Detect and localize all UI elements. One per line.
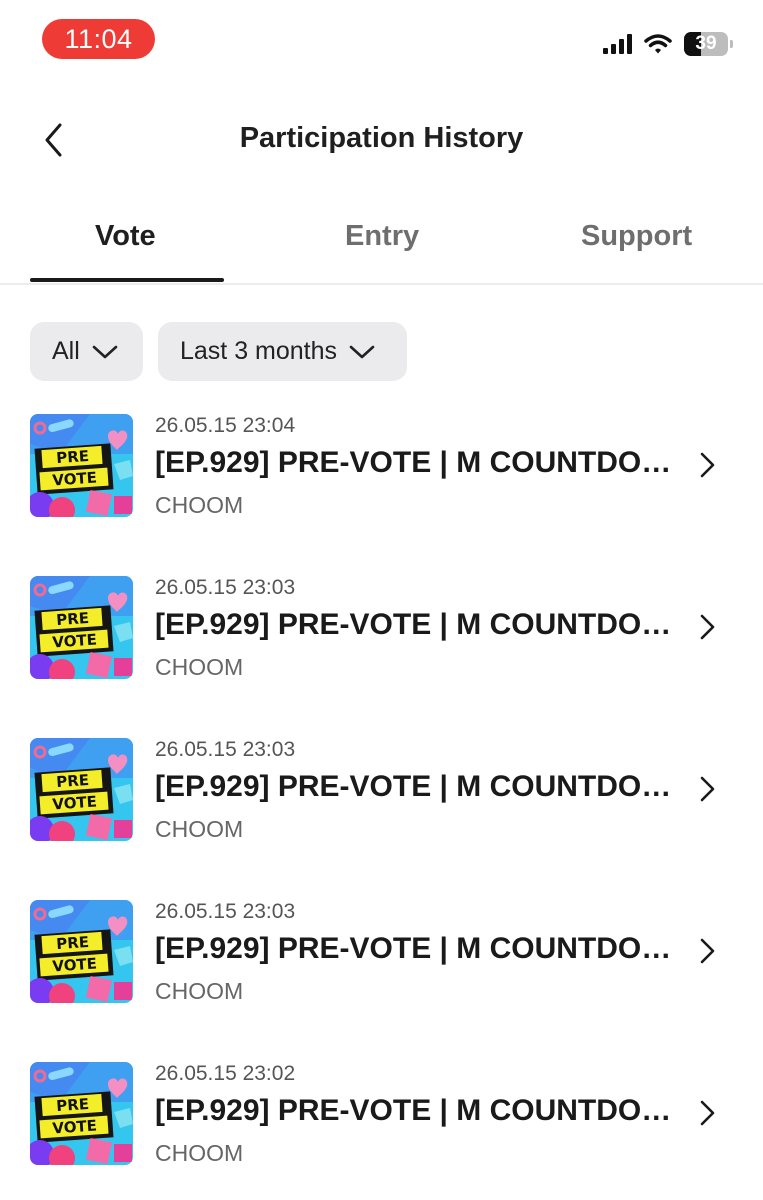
status-time: 11:04: [42, 19, 155, 59]
vote-thumbnail: PRE VOTE: [30, 414, 133, 517]
battery-icon: 39: [684, 32, 728, 56]
wifi-icon: [644, 34, 672, 54]
vote-thumbnail: PRE VOTE: [30, 738, 133, 841]
type-filter-label: All: [52, 337, 80, 365]
battery-level: 39: [695, 33, 717, 54]
chevron-right-icon: [700, 776, 715, 802]
vote-subtitle: CHOOM: [155, 816, 244, 842]
cellular-signal-icon: [603, 34, 632, 54]
vote-title: [EP.929] PRE-VOTE | M COUNTDOWN: [155, 770, 675, 803]
vote-title: [EP.929] PRE-VOTE | M COUNTDOWN: [155, 932, 675, 965]
vote-title: [EP.929] PRE-VOTE | M COUNTDOWN: [155, 608, 675, 641]
vote-title: [EP.929] PRE-VOTE | M COUNTDOWN: [155, 446, 675, 479]
period-filter-label: Last 3 months: [180, 337, 338, 365]
vote-thumbnail: PRE VOTE: [30, 900, 133, 1003]
vote-date: 26.05.15 23:02: [155, 1062, 296, 1085]
thumb-text-bottom: VOTE: [52, 954, 98, 975]
tab-entry[interactable]: Entry: [345, 220, 419, 253]
list-item[interactable]: PRE VOTE 26.05.15 23:02 [EP.929] PRE-VOT…: [0, 1048, 763, 1178]
vote-thumbnail: PRE VOTE: [30, 576, 133, 679]
vote-subtitle: CHOOM: [155, 492, 244, 518]
list-item[interactable]: PRE VOTE 26.05.15 23:03 [EP.929] PRE-VOT…: [0, 724, 763, 854]
vote-date: 26.05.15 23:03: [155, 738, 296, 761]
thumb-text-bottom: VOTE: [52, 792, 98, 813]
thumb-text-bottom: VOTE: [52, 468, 98, 489]
list-item[interactable]: PRE VOTE 26.05.15 23:03 [EP.929] PRE-VOT…: [0, 886, 763, 1016]
vote-subtitle: CHOOM: [155, 1140, 244, 1166]
vote-title: [EP.929] PRE-VOTE | M COUNTDOWN: [155, 1094, 675, 1127]
vote-date: 26.05.15 23:03: [155, 900, 296, 923]
thumb-text-bottom: VOTE: [52, 1116, 98, 1137]
chevron-right-icon: [700, 614, 715, 640]
active-tab-indicator: [30, 278, 224, 282]
thumb-text-top: PRE: [56, 771, 90, 791]
thumb-text-top: PRE: [56, 609, 90, 629]
list-item[interactable]: PRE VOTE 26.05.15 23:04 [EP.929] PRE-VOT…: [0, 400, 763, 530]
thumb-text-bottom: VOTE: [52, 630, 98, 651]
chevron-down-icon: [349, 345, 375, 358]
tab-support[interactable]: Support: [581, 220, 692, 253]
list-item[interactable]: PRE VOTE 26.05.15 23:03 [EP.929] PRE-VOT…: [0, 562, 763, 692]
period-filter-dropdown[interactable]: Last 3 months: [158, 322, 407, 381]
status-bar: 11:04 39: [0, 0, 763, 80]
chevron-right-icon: [700, 452, 715, 478]
vote-subtitle: CHOOM: [155, 654, 244, 680]
thumb-text-top: PRE: [56, 1095, 90, 1115]
vote-date: 26.05.15 23:04: [155, 414, 296, 437]
status-icons: 39: [603, 32, 733, 56]
vote-subtitle: CHOOM: [155, 978, 244, 1004]
thumb-text-top: PRE: [56, 933, 90, 953]
type-filter-dropdown[interactable]: All: [30, 322, 143, 381]
vote-thumbnail: PRE VOTE: [30, 1062, 133, 1165]
header: Participation History: [0, 100, 763, 180]
chevron-right-icon: [700, 1100, 715, 1126]
tab-bar: Vote Entry Support: [0, 200, 763, 285]
chevron-down-icon: [92, 345, 118, 358]
thumb-text-top: PRE: [56, 447, 90, 467]
page-title: Participation History: [239, 122, 524, 154]
tab-vote[interactable]: Vote: [95, 220, 156, 253]
chevron-right-icon: [700, 938, 715, 964]
vote-date: 26.05.15 23:03: [155, 576, 296, 599]
